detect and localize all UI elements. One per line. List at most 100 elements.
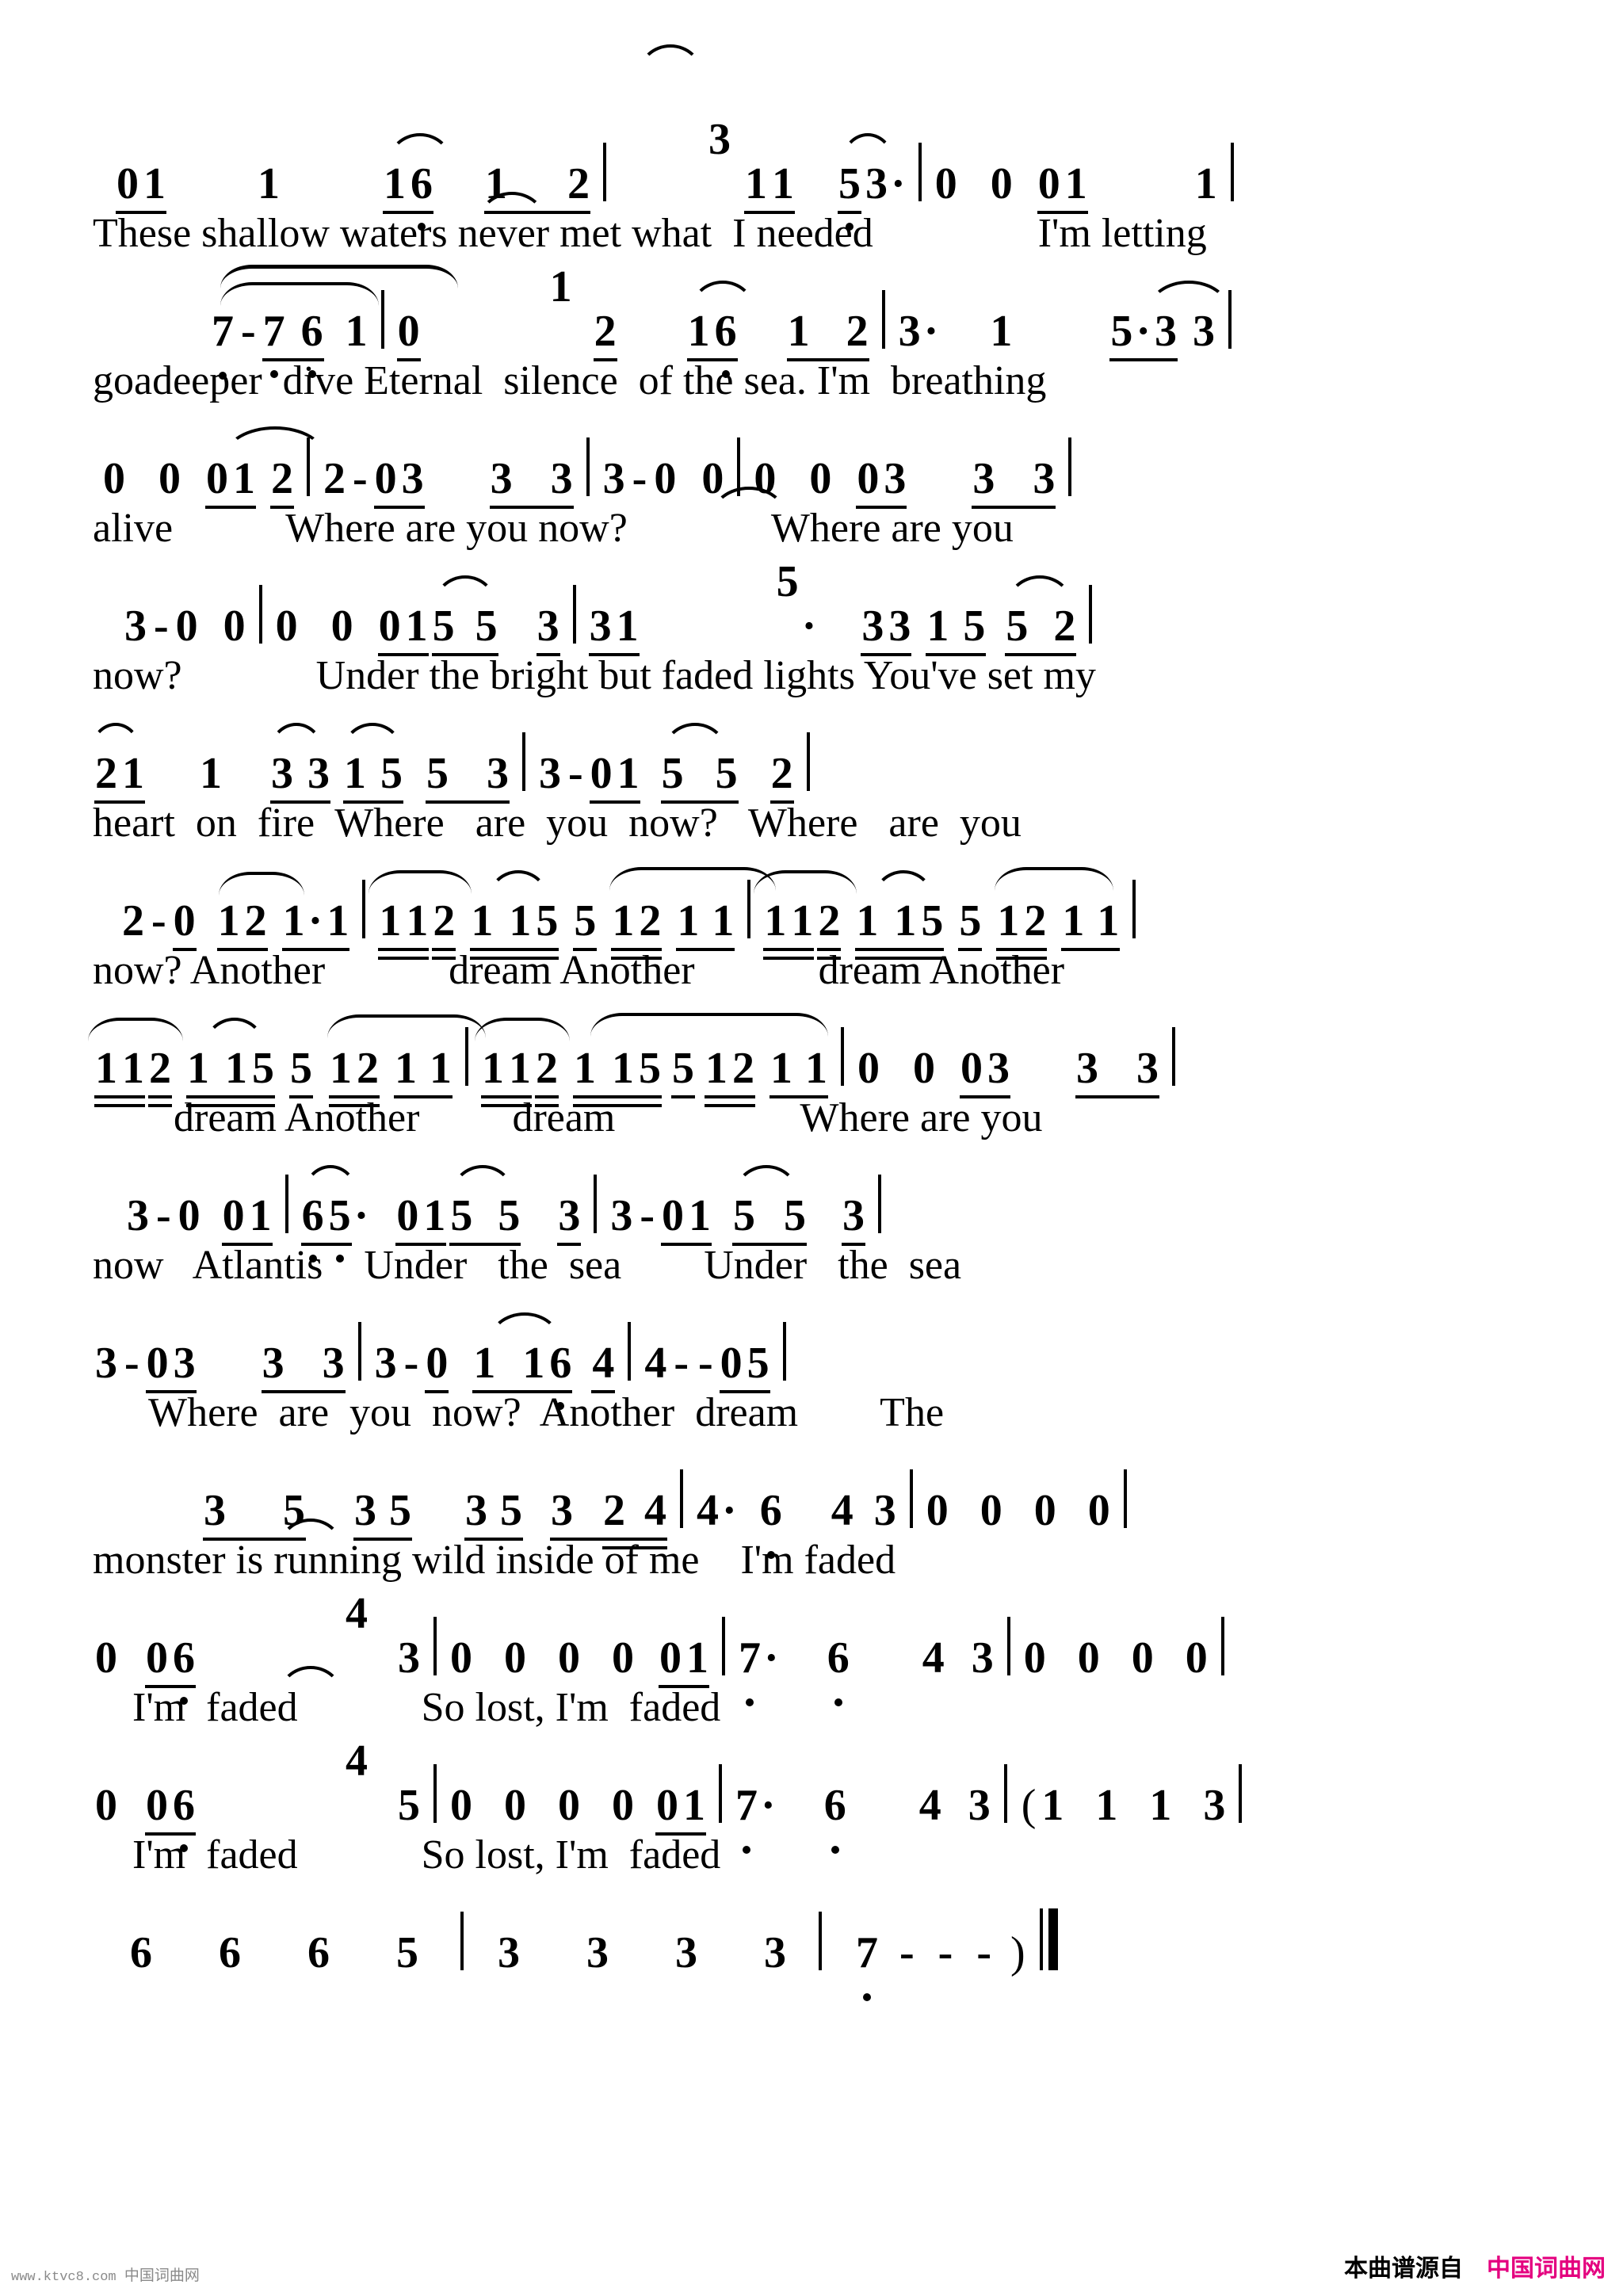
beam-group: 0 3 <box>854 457 908 509</box>
note: 5 <box>498 1191 521 1240</box>
note: 0 <box>659 1633 682 1683</box>
note: 6 <box>307 1928 330 1977</box>
note: 3 <box>861 602 884 651</box>
note: 0 <box>1023 1633 1046 1683</box>
close-paren: ) <box>1010 1928 1025 1977</box>
system-6: 2 - 0 1 2 1 · 1 1 1 2 1 1 5 5 1 2 1 1 1 … <box>86 856 1537 1003</box>
note: 0 <box>590 749 613 798</box>
note: 0 <box>450 1633 472 1683</box>
note: 7 <box>736 1636 763 1706</box>
note: 6 <box>822 1783 849 1854</box>
note: 1 <box>327 896 349 946</box>
note: 6 <box>825 1636 852 1706</box>
note: 5 <box>389 1486 411 1535</box>
note: 3 <box>322 1339 345 1388</box>
note: 7 <box>854 1931 880 2001</box>
beam-group: 5 <box>571 899 598 951</box>
note: 1 <box>482 1044 504 1093</box>
beam-group: 0 3 <box>958 1046 1012 1098</box>
note: 0 <box>146 1633 168 1683</box>
open-paren: ( <box>1021 1781 1037 1830</box>
note: 7 <box>261 309 288 378</box>
beam-group: 6 5 <box>300 1165 358 1263</box>
augmentation-dot: · <box>761 1781 776 1830</box>
beam-group: 1 1 5 <box>468 870 560 960</box>
note: 0 <box>95 1781 117 1830</box>
beam-group: 3 3 <box>488 454 575 509</box>
note: 3 <box>204 1486 226 1535</box>
beam-group: 3 3 <box>269 723 332 804</box>
note: 3 <box>1076 1044 1098 1093</box>
note: 0 <box>95 1633 117 1683</box>
note: 2 <box>122 896 144 946</box>
beam-group: 0 6 <box>143 1633 197 1705</box>
beam-group: 5 5 <box>731 1165 808 1246</box>
note: 2 <box>594 307 617 356</box>
note: 1 <box>856 896 879 946</box>
note: 1 <box>405 602 428 651</box>
barline <box>1230 143 1234 201</box>
watermark-right: 本曲谱源自 中国词曲网 <box>1344 2248 1606 2283</box>
note: 1 <box>471 896 494 946</box>
beam-group: 2 <box>769 751 796 804</box>
beam-group: 3 1 <box>587 604 641 656</box>
note: 1 <box>473 1339 496 1388</box>
note: 0 <box>116 159 139 208</box>
beam-group: 3 2 4 <box>548 1488 669 1549</box>
note: 3 <box>971 1633 994 1683</box>
notation-row-8: 3 - 0 0 1 6 5 · 0 1 5 5 3 3 - 0 1 5 5 3 <box>86 1151 1537 1263</box>
dash: - <box>241 307 256 356</box>
notation-row-9: 3 - 0 3 3 3 3 - 0 1 1 6 4 4 - - 0 5 <box>86 1298 1537 1410</box>
system-7: 1 1 2 1 1 5 5 1 2 1 1 1 1 2 1 1 5 5 1 2 … <box>86 1003 1537 1151</box>
barline <box>307 437 310 496</box>
beam-group: 5 3 <box>424 751 511 804</box>
note: 0 <box>222 1191 245 1240</box>
lyric-row-5: heart on fire Where are you now? Where a… <box>93 800 1022 846</box>
augmentation-dot: · <box>1136 307 1151 356</box>
note: 0 <box>934 159 957 208</box>
note: 5 <box>733 1191 755 1240</box>
beam-group: 3 <box>840 1194 867 1246</box>
note: 1 <box>344 749 366 798</box>
note: 1 <box>225 1044 247 1093</box>
note: 0 <box>173 896 196 946</box>
note: 1 <box>677 896 700 946</box>
notation-row-13: 6 6 6 5 3 3 3 3 7 - - -) <box>86 1888 1537 2001</box>
note: 3 <box>95 1339 117 1388</box>
note: 0 <box>206 454 228 503</box>
beam-group: 1 2 <box>785 309 871 361</box>
note: 1 <box>143 159 166 208</box>
barline <box>594 1175 598 1233</box>
note: 2 <box>639 896 662 946</box>
note: 6 <box>170 1636 197 1705</box>
note: 0 <box>913 1044 935 1093</box>
note: 1 <box>122 749 144 798</box>
note: 5 <box>685 487 801 648</box>
note: 0 <box>175 602 198 651</box>
barline <box>465 1027 468 1086</box>
dash: - <box>674 1339 689 1388</box>
note: 3 <box>354 1486 376 1535</box>
beam-group: 3 <box>535 604 562 656</box>
note: 0 <box>275 602 298 651</box>
note: 3 <box>617 44 733 206</box>
note: 5 <box>450 1191 473 1240</box>
note: 1 <box>712 896 735 946</box>
system-9: 3 - 0 3 3 3 3 - 0 1 1 6 4 4 - - 0 5 Wher… <box>86 1298 1537 1446</box>
watermark-right-prefix: 本曲谱源自 <box>1344 2255 1463 2283</box>
barline <box>285 1175 288 1233</box>
barline <box>719 1764 722 1823</box>
beam-group: 0 <box>395 309 422 361</box>
note: 1 <box>1095 1781 1118 1830</box>
notation-row-5: 2 1 1 3 3 1 5 5 3 3 - 0 1 5 5 2 <box>86 709 1537 804</box>
note: 0 <box>504 1633 526 1683</box>
note: 3 <box>888 602 911 651</box>
dash: - <box>640 1191 655 1240</box>
beam-group: 0 <box>423 1341 450 1393</box>
note: 3 <box>550 454 573 503</box>
note: 6 <box>300 1194 327 1263</box>
beam-group: 1 6 <box>381 133 453 231</box>
notation-row-2: 7 - 7 6 1 0 1 2 1 6 1 2 3 · 1 5 · 3 3 <box>86 192 1537 380</box>
note: 0 <box>223 602 246 651</box>
note: 0 <box>612 1781 634 1830</box>
